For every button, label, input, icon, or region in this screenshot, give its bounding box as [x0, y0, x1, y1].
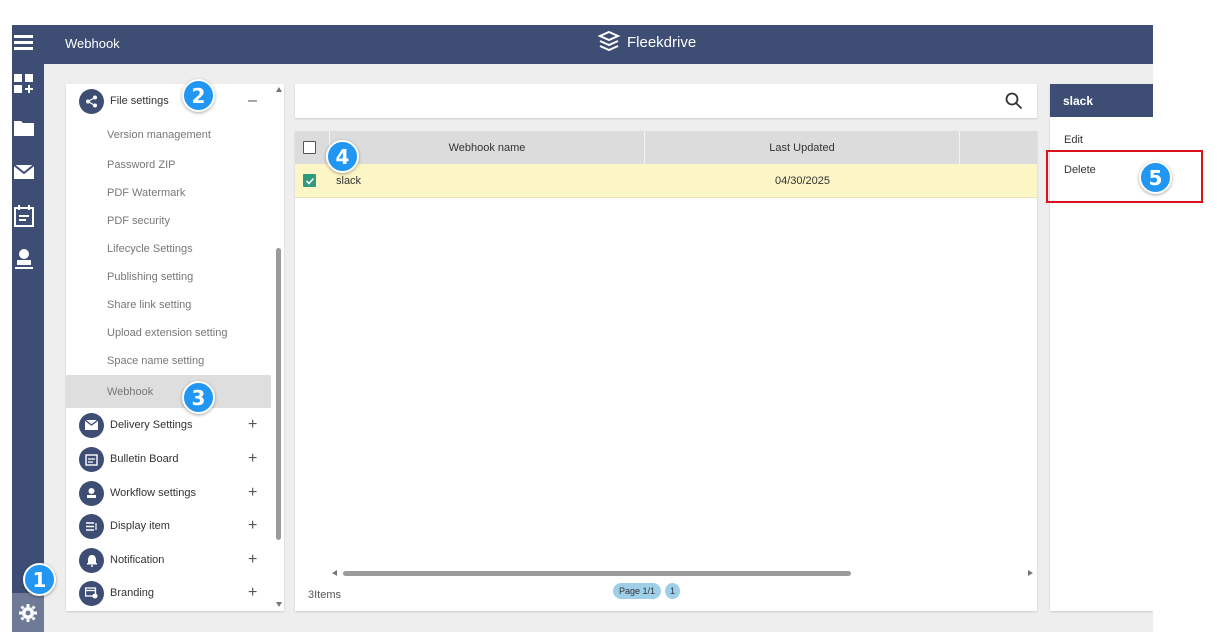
- sub-item-space-name-setting[interactable]: Space name setting: [66, 347, 271, 375]
- sub-item-lifecycle-settings[interactable]: Lifecycle Settings: [66, 235, 271, 263]
- section-label: Delivery Settings: [110, 419, 193, 431]
- sub-item-upload-extension-setting[interactable]: Upload extension setting: [66, 319, 271, 347]
- page-title: Webhook: [65, 36, 120, 51]
- section-bulletin-board[interactable]: Bulletin Board +: [66, 444, 271, 474]
- sub-item-password-zip[interactable]: Password ZIP: [66, 151, 271, 179]
- app-window: Webhook Fleekdrive File settings – Versi…: [12, 25, 1153, 632]
- bell-icon: [79, 547, 104, 573]
- column-header-webhook-name[interactable]: Webhook name: [330, 131, 645, 164]
- section-notification[interactable]: Notification +: [66, 545, 271, 575]
- hamburger-menu-icon[interactable]: [12, 35, 34, 53]
- expand-toggle[interactable]: +: [248, 517, 257, 535]
- settings-gear-button[interactable]: [12, 593, 44, 632]
- step-badge-2: 2: [182, 79, 215, 112]
- scroll-right-arrow-icon[interactable]: [1028, 570, 1033, 576]
- folder-icon[interactable]: [12, 116, 36, 140]
- grid-header: Webhook name Last Updated: [295, 131, 1037, 164]
- expand-toggle[interactable]: +: [248, 450, 257, 468]
- section-branding[interactable]: Branding +: [66, 578, 271, 608]
- sub-item-share-link-setting[interactable]: Share link setting: [66, 291, 271, 319]
- section-label: Workflow settings: [110, 487, 196, 499]
- section-delivery-settings[interactable]: Delivery Settings +: [66, 410, 271, 440]
- row-checkbox[interactable]: [303, 174, 316, 187]
- select-all-cell: [295, 131, 330, 164]
- pagination: Page 1/1 1: [613, 583, 684, 599]
- section-label: File settings: [110, 95, 169, 107]
- scroll-left-arrow-icon[interactable]: [332, 570, 337, 576]
- edit-action[interactable]: Edit: [1064, 134, 1083, 146]
- scroll-up-arrow-icon[interactable]: [276, 87, 282, 92]
- step-badge-1: 1: [23, 563, 56, 596]
- horizontal-scrollbar-thumb[interactable]: [343, 571, 851, 576]
- section-label: Notification: [110, 554, 165, 566]
- stamp-icon: [79, 480, 104, 506]
- page-number-button[interactable]: 1: [665, 583, 681, 599]
- section-label: Branding: [110, 587, 155, 599]
- collapse-toggle[interactable]: –: [248, 92, 257, 110]
- fleekdrive-logo-icon: [597, 30, 621, 52]
- step-badge-3: 3: [182, 381, 215, 414]
- scrollbar-thumb[interactable]: [276, 248, 281, 540]
- settings-scrollbar[interactable]: [273, 84, 284, 611]
- webhook-grid: Webhook name Last Updated slack 04/30/20…: [295, 131, 1037, 611]
- expand-toggle[interactable]: +: [248, 584, 257, 602]
- item-count: 3Items: [308, 589, 342, 601]
- table-row[interactable]: slack 04/30/2025: [295, 164, 1037, 198]
- left-rail: [12, 64, 44, 632]
- stamp-icon[interactable]: [12, 247, 36, 271]
- page-indicator: Page 1/1: [613, 583, 662, 599]
- scroll-down-arrow-icon[interactable]: [276, 602, 282, 607]
- section-workflow-settings[interactable]: Workflow settings +: [66, 478, 271, 508]
- sub-item-pdf-watermark[interactable]: PDF Watermark: [66, 179, 271, 207]
- mail-icon: [79, 412, 104, 438]
- expand-toggle[interactable]: +: [248, 551, 257, 569]
- cell-last-updated: 04/30/2025: [774, 175, 831, 187]
- section-file-settings[interactable]: File settings –: [66, 86, 271, 116]
- section-label: Bulletin Board: [110, 453, 179, 465]
- check-icon: [305, 177, 314, 185]
- board-icon[interactable]: [12, 204, 36, 228]
- sub-item-version-management[interactable]: Version management: [66, 121, 271, 149]
- share-icon: [79, 88, 104, 114]
- step-badge-5: 5: [1139, 161, 1172, 194]
- detail-title: slack: [1050, 84, 1153, 117]
- section-display-item[interactable]: Display item +: [66, 511, 271, 541]
- brand-name: Fleekdrive: [627, 33, 697, 51]
- sub-item-publishing-setting[interactable]: Publishing setting: [66, 263, 271, 291]
- section-label: Display item: [110, 520, 170, 532]
- expand-toggle[interactable]: +: [248, 484, 257, 502]
- settings-menu-panel: File settings – Version management Passw…: [66, 84, 284, 611]
- board-icon: [79, 446, 104, 472]
- gear-icon: [19, 603, 37, 622]
- list-icon: [79, 513, 104, 539]
- select-all-checkbox[interactable]: [303, 141, 316, 154]
- search-icon[interactable]: [1005, 92, 1023, 110]
- card-gear-icon: [79, 580, 104, 606]
- delete-highlight-box: [1046, 150, 1203, 203]
- grid-add-icon[interactable]: [12, 72, 36, 96]
- horizontal-scrollbar[interactable]: [328, 569, 1034, 577]
- top-header: Webhook Fleekdrive: [12, 25, 1153, 64]
- search-bar[interactable]: [295, 84, 1037, 118]
- expand-toggle[interactable]: +: [248, 416, 257, 434]
- sub-item-webhook[interactable]: Webhook: [66, 375, 271, 408]
- column-header-last-updated[interactable]: Last Updated: [645, 131, 960, 164]
- mail-icon[interactable]: [12, 160, 36, 184]
- sub-item-pdf-security[interactable]: PDF security: [66, 207, 271, 235]
- brand-logo: Fleekdrive: [597, 30, 696, 54]
- step-badge-4: 4: [326, 140, 359, 173]
